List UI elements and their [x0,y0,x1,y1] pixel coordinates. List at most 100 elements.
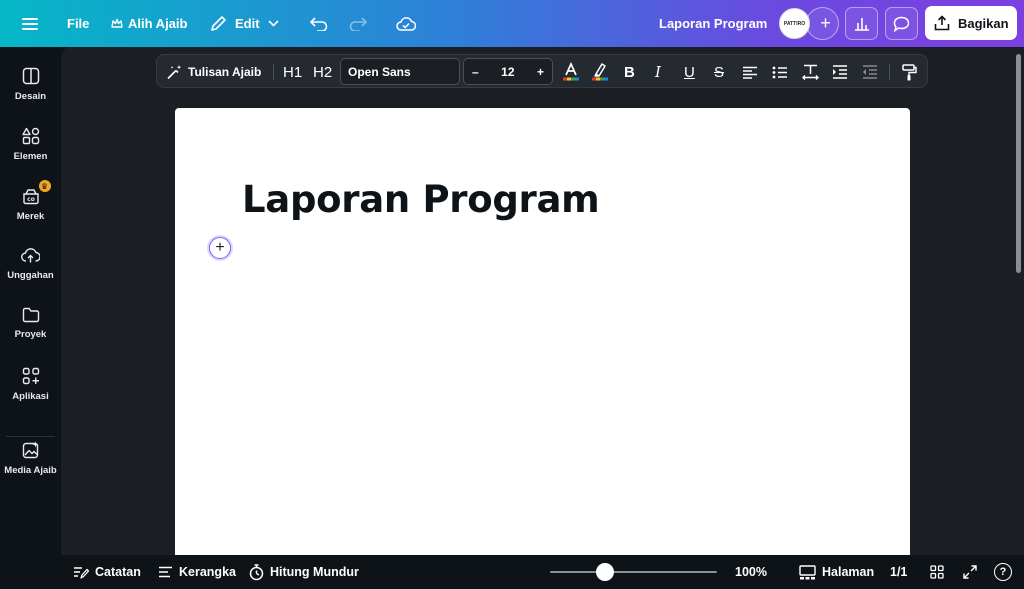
cloud-upload-icon [21,248,40,263]
underline-button[interactable]: U [684,55,695,89]
zoom-value[interactable]: 100% [735,555,767,589]
strikethrough-icon: S [714,63,725,81]
heading-2-button[interactable]: H2 [313,55,332,89]
redo-icon[interactable] [349,0,367,47]
outline-label: Kerangka [179,565,236,579]
indent-button[interactable] [832,55,848,89]
document-title-label: Laporan Program [659,16,768,31]
heading-1-button[interactable]: H1 [283,55,302,89]
bold-button[interactable]: B [624,55,635,89]
notes-button[interactable]: Catatan [73,555,141,589]
left-sidebar: Desain Elemen co ♛ Merek Unggahan Proyek… [0,47,61,589]
zoom-slider-track[interactable] [550,571,717,573]
zoom-slider-thumb[interactable] [596,563,615,581]
font-size-increase-button[interactable]: + [537,65,544,79]
undo-icon[interactable] [310,0,328,47]
plus-icon: + [820,13,831,33]
sidebar-item-label: Unggahan [7,270,54,281]
sidebar-item-magic-media[interactable]: Media Ajaib [0,441,61,476]
pages-button[interactable]: Halaman [799,555,874,589]
magic-write-button[interactable]: Tulisan Ajaib [166,55,261,89]
fullscreen-button[interactable] [963,555,977,589]
sidebar-divider [6,436,55,437]
plus-icon: + [215,239,225,256]
sidebar-item-uploads[interactable]: Unggahan [0,247,61,281]
font-size-stepper[interactable]: – 12 + [463,58,553,85]
brand-icon: co [22,189,39,205]
sidebar-item-design[interactable]: Desain [0,67,61,102]
spacing-button[interactable] [802,55,819,89]
help-button[interactable]: ? [994,555,1012,589]
bold-icon: B [624,63,635,81]
indent-icon [833,65,847,79]
align-button[interactable] [742,55,758,89]
h1-label: H1 [283,63,303,81]
magic-switch-button[interactable]: Alih Ajaib [111,0,187,47]
zoom-value-label: 100% [735,565,767,579]
apps-icon [22,367,39,385]
share-button[interactable]: Bagikan [925,6,1017,40]
help-icon: ? [994,563,1012,581]
comment-icon [893,16,910,32]
highlight-color-button[interactable] [591,55,609,89]
italic-button[interactable]: I [655,55,661,89]
notes-icon [74,566,89,579]
text-spacing-icon [802,64,819,80]
magic-switch-label: Alih Ajaib [128,16,188,31]
highlighter-icon [592,63,608,81]
document-page[interactable]: Laporan Program [175,108,910,558]
strikethrough-button[interactable]: S [714,55,724,89]
avatar-text: PATTIRO [783,20,806,27]
paint-roller-icon [902,63,917,80]
outline-button[interactable]: Kerangka [158,555,236,589]
avatar[interactable]: PATTIRO [779,8,810,39]
help-glyph: ? [999,566,1007,578]
file-menu-label: File [67,16,90,31]
countdown-button[interactable]: Hitung Mundur [249,555,359,589]
grid-view-button[interactable] [930,555,944,589]
list-button[interactable] [772,55,788,89]
folder-icon [22,307,39,323]
add-collaborator-button[interactable]: + [806,7,839,40]
text-color-icon [563,62,579,81]
sidebar-item-label: Merek [16,211,45,222]
copy-style-button[interactable] [902,55,917,89]
toolbar-divider [889,64,890,80]
outdent-icon [863,65,877,79]
outdent-button[interactable] [862,55,878,89]
cloud-saved-icon[interactable] [396,0,416,47]
pages-label: Halaman [822,565,875,579]
file-menu[interactable]: File [67,0,89,47]
align-left-icon [743,66,757,79]
share-upload-icon [934,15,950,31]
outline-icon [159,566,172,578]
font-size-value[interactable]: 12 [501,65,514,79]
bottom-bar: Catatan Kerangka Hitung Mundur 100% Hala… [61,555,1024,589]
grid-view-icon [930,565,944,579]
svg-text:co: co [27,196,35,203]
comment-button[interactable] [885,7,918,40]
sidebar-item-label: Aplikasi [12,391,49,402]
font-family-select[interactable]: Open Sans [340,58,460,85]
edit-menu[interactable]: Edit [210,0,279,47]
sidebar-item-elements[interactable]: Elemen [0,127,61,162]
sidebar-item-projects[interactable]: Proyek [0,307,61,340]
shapes-icon [21,127,39,145]
document-title[interactable]: Laporan Program [659,0,767,47]
sidebar-item-apps[interactable]: Aplikasi [0,367,61,402]
add-block-button[interactable]: + [209,237,231,259]
scrollbar-thumb[interactable] [1016,54,1021,273]
chevron-down-icon [267,20,279,27]
page-heading[interactable]: Laporan Program [242,178,600,221]
sidebar-item-label: Proyek [14,329,47,340]
font-size-decrease-button[interactable]: – [472,65,479,79]
insights-button[interactable] [845,7,878,40]
bullet-list-icon [772,66,787,78]
font-family-value: Open Sans [348,64,411,79]
menu-icon[interactable] [22,0,38,47]
italic-icon: I [655,63,661,81]
sidebar-item-brand[interactable]: co ♛ Merek [0,180,61,222]
text-color-button[interactable] [562,55,580,89]
magic-media-icon [22,441,38,459]
layout-icon [22,67,39,85]
